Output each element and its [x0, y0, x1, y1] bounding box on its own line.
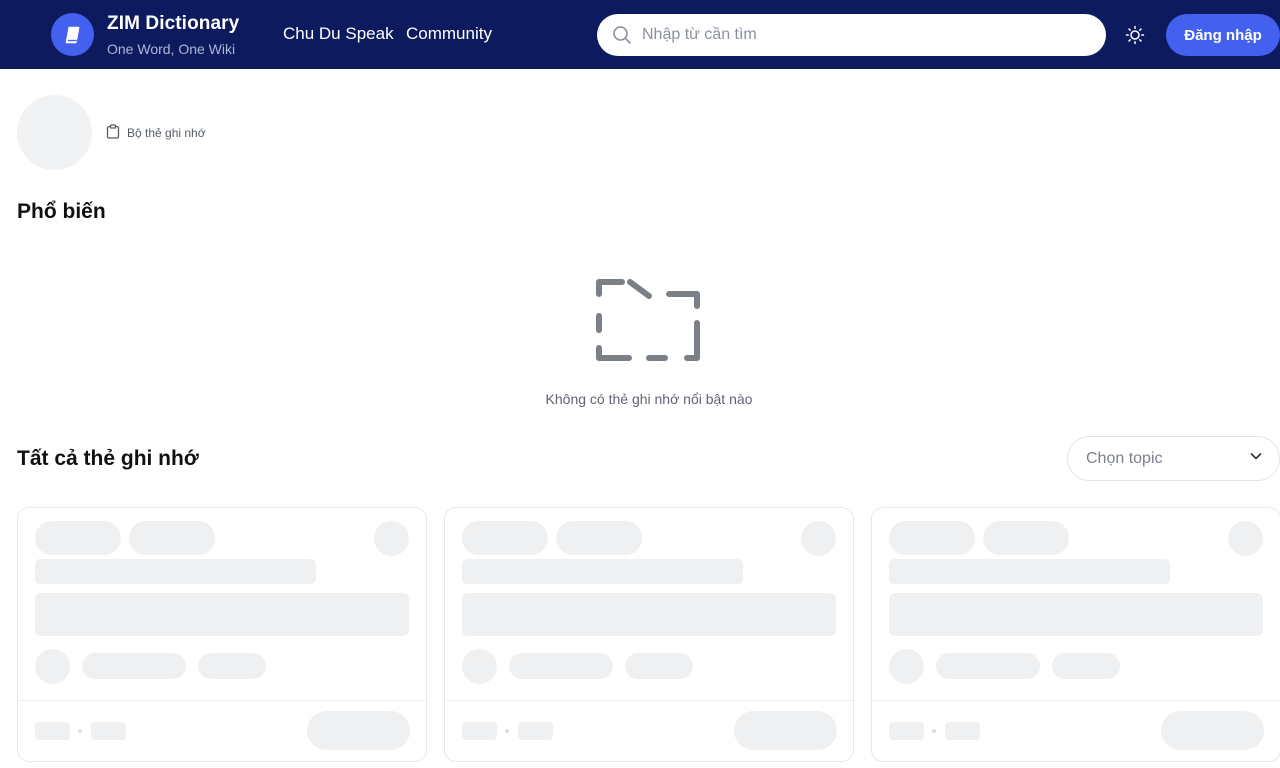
search-input[interactable]	[642, 26, 1082, 44]
avatar	[17, 95, 92, 170]
topic-select-placeholder: Chọn topic	[1086, 449, 1163, 467]
skeleton-stat	[518, 722, 553, 740]
skeleton-dot	[932, 729, 936, 733]
nav-link-chu-du-speak[interactable]: Chu Du Speak	[283, 24, 394, 44]
skeleton-description	[462, 593, 836, 636]
skeleton-button	[307, 711, 410, 750]
skeleton-tag	[556, 521, 642, 555]
login-button[interactable]: Đăng nhập	[1166, 14, 1280, 56]
flashcard-skeleton-card	[17, 507, 427, 762]
search-icon	[611, 24, 633, 46]
skeleton-action	[801, 521, 836, 556]
top-navbar: ZIM Dictionary One Word, One Wiki Chu Du…	[0, 0, 1280, 69]
flashcard-skeleton-card	[444, 507, 854, 762]
clipboard-icon	[106, 124, 120, 142]
skeleton-avatar	[35, 649, 70, 684]
skeleton-tag	[462, 521, 548, 555]
skeleton-stat	[945, 722, 980, 740]
skeleton-meta	[1052, 653, 1120, 679]
skeleton-avatar	[462, 649, 497, 684]
skeleton-stat	[35, 722, 70, 740]
skeleton-tag	[889, 521, 975, 555]
skeleton-tag	[35, 521, 121, 555]
nav-link-community[interactable]: Community	[406, 24, 492, 44]
skeleton-avatar	[889, 649, 924, 684]
flashcard-deck-label: Bộ thẻ ghi nhớ	[127, 126, 206, 140]
flashcard-skeleton-card	[871, 507, 1280, 762]
skeleton-button	[734, 711, 837, 750]
skeleton-meta	[625, 653, 693, 679]
topic-select[interactable]: Chọn topic	[1067, 436, 1280, 481]
skeleton-author	[509, 653, 613, 679]
empty-folder-icon	[594, 274, 704, 364]
card-divider	[445, 700, 853, 701]
skeleton-stat	[889, 722, 924, 740]
skeleton-description	[889, 593, 1263, 636]
all-flashcards-title: Tất cả thẻ ghi nhớ	[17, 447, 199, 470]
brand-title[interactable]: ZIM Dictionary	[107, 13, 239, 35]
book-logo-icon[interactable]	[51, 13, 94, 56]
card-divider	[872, 700, 1280, 701]
empty-state-text: Không có thẻ ghi nhớ nổi bật nào	[545, 391, 753, 407]
skeleton-action	[1228, 521, 1263, 556]
sun-icon[interactable]	[1124, 24, 1146, 46]
skeleton-dot	[505, 729, 509, 733]
popular-section-title: Phổ biến	[17, 200, 106, 223]
skeleton-description	[35, 593, 409, 636]
skeleton-author	[936, 653, 1040, 679]
skeleton-button	[1161, 711, 1264, 750]
card-divider	[18, 700, 426, 701]
skeleton-title	[889, 559, 1170, 584]
skeleton-stat	[462, 722, 497, 740]
skeleton-tag	[129, 521, 215, 555]
skeleton-author	[82, 653, 186, 679]
skeleton-dot	[78, 729, 82, 733]
skeleton-title	[462, 559, 743, 584]
chevron-down-icon	[1249, 449, 1263, 468]
skeleton-title	[35, 559, 316, 584]
brand-subtitle: One Word, One Wiki	[107, 41, 236, 57]
skeleton-stat	[91, 722, 126, 740]
skeleton-action	[374, 521, 409, 556]
skeleton-tag	[983, 521, 1069, 555]
search-box[interactable]	[597, 14, 1106, 56]
skeleton-meta	[198, 653, 266, 679]
flashcard-deck-link[interactable]: Bộ thẻ ghi nhớ	[106, 124, 206, 142]
